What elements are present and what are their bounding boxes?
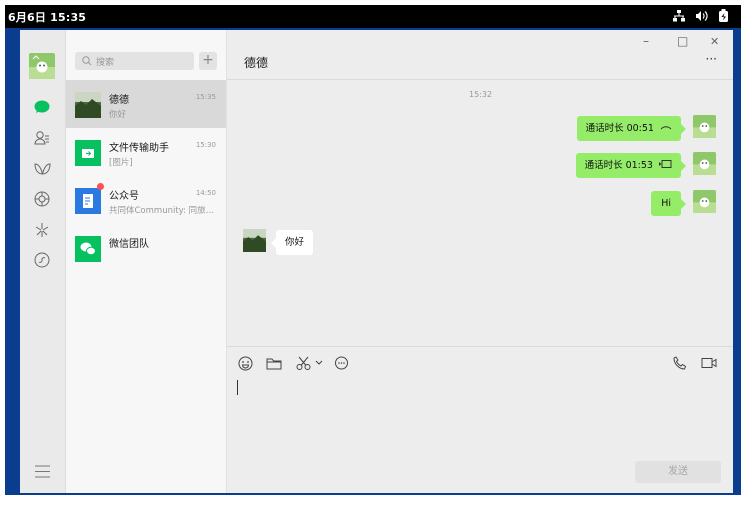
maximize-button[interactable]: □: [677, 34, 688, 48]
chat-time: 14:50: [195, 189, 216, 197]
message-bubble-received[interactable]: 你好: [270, 230, 314, 255]
sidebar-favorites[interactable]: [32, 159, 52, 179]
sidebar-miniprogram[interactable]: [32, 250, 52, 270]
close-button[interactable]: ✕: [710, 35, 719, 48]
my-avatar: [693, 152, 716, 175]
message-text: 你好: [285, 237, 305, 248]
phone-icon: [673, 356, 687, 370]
chat-item-wechat-team[interactable]: 微信团队: [66, 224, 226, 272]
chat-item-file-transfer[interactable]: 文件传输助手 15:30 [图片]: [66, 128, 226, 176]
chat-history-button[interactable]: [333, 355, 349, 371]
profile-avatar[interactable]: [29, 53, 55, 79]
unread-badge: [97, 183, 104, 190]
chevron-down-icon: [315, 360, 323, 365]
message-timestamp: 15:32: [469, 90, 493, 99]
chat-preview: 你好: [109, 110, 127, 120]
chat-history-icon: [334, 356, 348, 369]
discover-icon: [35, 223, 49, 237]
chat-item-official-accounts[interactable]: 公众号 14:50 共同体Community: 同旅…: [66, 176, 226, 224]
composer-divider: [226, 346, 733, 347]
scissors-icon: [296, 356, 310, 370]
chat-name: 公众号: [109, 191, 139, 202]
system-top-bar: 6月6日 15:35: [5, 5, 741, 28]
send-button[interactable]: 发送: [635, 461, 721, 483]
emoji-icon: [238, 356, 252, 370]
sidebar-moments[interactable]: [32, 189, 52, 209]
chat-preview: 共同体Community: 同旅…: [109, 206, 215, 216]
contacts-icon: [34, 131, 49, 145]
conversation-title: 德德: [244, 56, 269, 70]
network-icon[interactable]: [673, 9, 685, 22]
contact-avatar: [243, 229, 266, 252]
official-accounts-icon: [75, 188, 101, 214]
contact-avatar: [75, 92, 101, 118]
folder-icon: [266, 358, 282, 369]
file-button[interactable]: [266, 355, 282, 371]
system-clock: 6月6日 15:35: [8, 11, 87, 24]
emoji-button[interactable]: [237, 355, 253, 371]
message-input-cursor[interactable]: [237, 380, 238, 395]
video-icon: [701, 358, 717, 368]
video-call-button[interactable]: [701, 355, 717, 371]
favorites-icon: [33, 163, 51, 175]
chat-icon: [34, 100, 50, 113]
header-divider: [226, 79, 733, 80]
chat-list: 搜索 + 德德 15:35 你好 文件传输助手 15:30 [图片] 公众号 1…: [66, 30, 227, 493]
moments-icon: [34, 191, 50, 207]
battery-icon[interactable]: [718, 9, 729, 22]
phone-hangup-icon: [660, 126, 672, 130]
message-bubble-sent[interactable]: 通话时长 00:51: [576, 116, 687, 141]
chat-name: 德德: [109, 95, 129, 106]
menu-icon: [34, 465, 50, 477]
wechat-team-icon: [75, 236, 101, 262]
message-bubble-sent[interactable]: Hi: [651, 191, 686, 216]
message-text: 通话时长 01:53: [584, 160, 653, 171]
sidebar-contacts[interactable]: [32, 128, 52, 148]
screenshot-options[interactable]: [314, 355, 324, 371]
voice-call-button[interactable]: [672, 355, 688, 371]
search-placeholder: 搜索: [96, 58, 115, 68]
chat-preview: [图片]: [109, 158, 133, 168]
video-call-icon: [659, 160, 672, 168]
message-text: Hi: [661, 198, 671, 209]
message-text: 通话时长 00:51: [585, 123, 654, 134]
search-icon: [82, 56, 92, 66]
chat-name: 微信团队: [109, 239, 149, 250]
screenshot-button[interactable]: [295, 355, 311, 371]
add-button[interactable]: +: [199, 52, 217, 70]
search-input[interactable]: 搜索: [75, 52, 194, 70]
system-tray: [673, 9, 729, 22]
chat-name: 文件传输助手: [109, 143, 169, 154]
my-avatar: [693, 190, 716, 213]
sidebar-menu[interactable]: [32, 461, 52, 481]
minimize-button[interactable]: –: [643, 34, 649, 48]
sidebar-rail: [20, 30, 66, 493]
message-bubble-sent[interactable]: 通话时长 01:53: [575, 153, 687, 178]
wechat-window: 搜索 + 德德 15:35 你好 文件传输助手 15:30 [图片] 公众号 1…: [20, 30, 733, 493]
conversation-pane: – □ ✕ 德德 ··· 15:32 通话时长 00:51 通话时长 01:53…: [226, 30, 733, 493]
file-transfer-icon: [75, 140, 101, 166]
chat-time: 15:35: [195, 93, 216, 101]
volume-icon[interactable]: [695, 10, 708, 22]
my-avatar: [693, 115, 716, 138]
more-button[interactable]: ···: [706, 52, 717, 66]
chat-time: 15:30: [195, 141, 216, 149]
miniprogram-icon: [34, 252, 50, 268]
sidebar-chat[interactable]: [32, 97, 52, 117]
sidebar-discover[interactable]: [32, 220, 52, 240]
chat-item-dede[interactable]: 德德 15:35 你好: [66, 80, 226, 128]
